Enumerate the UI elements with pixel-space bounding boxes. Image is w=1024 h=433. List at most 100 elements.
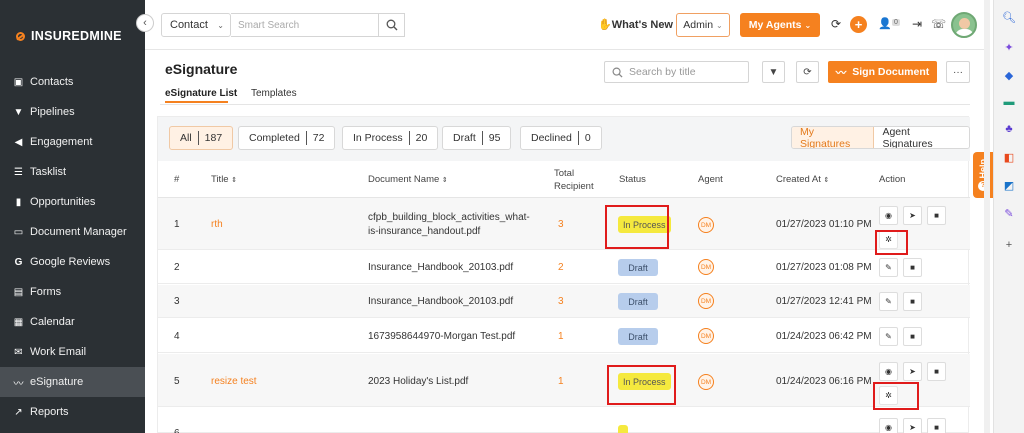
search-icon[interactable]: 🔍︎ [1002,10,1016,24]
page-scrollbar[interactable] [984,0,990,433]
agent-signatures-tab[interactable]: Agent Signatures [874,127,969,148]
admin-select[interactable]: Admin ⌄ [676,13,730,37]
contact-type-select[interactable]: Contact ⌄ [161,13,231,37]
refresh-button[interactable]: ⟳ [796,61,819,83]
filter-count: 187 [204,132,223,144]
send-button[interactable]: ➤ [903,206,922,225]
col-header-title[interactable]: Title ⇕ [211,174,237,185]
delete-button[interactable]: ■ [927,418,946,433]
sidebar-item-forms[interactable]: ▤ Forms [0,277,145,307]
agent-avatar: DM [698,328,714,344]
plus-icon[interactable]: + [1002,238,1016,252]
send-button[interactable]: ➤ [903,362,922,381]
send-button[interactable]: ➤ [903,418,922,433]
active-tab-indicator [165,101,228,103]
add-button[interactable]: + [850,16,867,33]
sidebar-item-document-manager[interactable]: ▭ Document Manager [0,217,145,247]
row-recipient-count[interactable]: 3 [558,296,564,307]
filter-completed[interactable]: Completed 72 [238,126,336,150]
delete-button[interactable]: ■ [903,327,922,346]
avatar[interactable] [951,12,977,38]
sidebar-item-opportunities[interactable]: ▮ Opportunities [0,187,145,217]
sparkle-icon[interactable]: ✦ [1002,40,1016,54]
filter-draft[interactable]: Draft 95 [442,126,512,150]
title-search-placeholder: Search by title [629,66,696,78]
view-button[interactable]: ◉ [879,206,898,225]
trash-icon: ■ [910,332,915,341]
office-icon[interactable]: ◧ [1002,150,1016,164]
view-button[interactable]: ◉ [879,418,898,433]
filter-label: Completed [249,132,300,144]
pencil-icon: ✎ [885,332,892,341]
smart-search-input[interactable]: Smart Search [231,13,379,37]
sidebar-item-label: Document Manager [30,226,127,238]
row-created-at: 01/27/2023 12:41 PM [776,296,872,307]
row-recipient-count[interactable]: 3 [558,219,564,230]
sidebar-item-calendar[interactable]: ▦ Calendar [0,307,145,337]
filter-count: 0 [584,132,591,144]
row-title-link[interactable]: resize test [211,376,257,387]
edit-button[interactable]: ✎ [879,258,898,277]
sidebar-item-reports[interactable]: ↗ Reports [0,397,145,427]
sidebar-item-engagement[interactable]: ◀ Engagement [0,127,145,157]
delete-button[interactable]: ■ [903,258,922,277]
row-document-name: 1673958644970-Morgan Test.pdf [368,331,516,342]
chevron-down-icon: ⌄ [716,20,723,30]
whats-new-link[interactable]: ✋What's New [598,18,673,31]
row-recipient-count[interactable]: 2 [558,262,564,273]
edit-button[interactable]: ✎ [879,327,898,346]
filter-in-process[interactable]: In Process 20 [342,126,439,150]
sidebar-item-tasklist[interactable]: ☰ Tasklist [0,157,145,187]
sidebar-item-work-email[interactable]: ✉ Work Email [0,337,145,367]
filter-declined[interactable]: Declined 0 [520,126,602,150]
sidebar-item-contacts[interactable]: ▣ Contacts [0,67,145,97]
tab-esignature-list[interactable]: eSignature List [165,88,237,99]
logout-icon[interactable]: ⇥ [912,17,922,31]
my-agents-button[interactable]: My Agents ⌄ [740,13,820,37]
sidebar-item-pipelines[interactable]: ▼ Pipelines [0,97,145,127]
title-search-input[interactable]: Search by title [604,61,749,83]
col-header-action: Action [879,174,906,185]
my-signatures-tab[interactable]: My Signatures [792,127,875,148]
more-options-button[interactable]: ··· [946,61,970,83]
people-icon[interactable]: ♣ [1002,122,1016,136]
delete-button[interactable]: ■ [927,362,946,381]
delete-button[interactable]: ■ [903,292,922,311]
edit-icon[interactable]: ✎ [1002,206,1016,220]
row-recipient-count[interactable]: 1 [558,331,564,342]
folder-icon: ▭ [13,226,24,238]
tab-templates[interactable]: Templates [251,88,297,99]
view-button[interactable]: ◉ [879,362,898,381]
filter-all[interactable]: All 187 [169,126,234,150]
row-recipient-count[interactable]: 1 [558,376,564,387]
edit-button[interactable]: ✎ [879,292,898,311]
sidebar-item-esignature[interactable]: 〰 eSignature [0,367,145,397]
highlight-box [873,382,919,410]
filter-button[interactable]: ▼ [762,61,785,83]
sidebar-item-google-reviews[interactable]: G Google Reviews [0,247,145,277]
filter-label: Draft [453,132,476,144]
sign-document-button[interactable]: 〰 Sign Document [828,61,937,83]
refresh-icon[interactable]: ⟳ [831,17,841,31]
agent-avatar: DM [698,217,714,233]
highlight-box [607,365,676,405]
sidebar-collapse-button[interactable]: ‹ [136,14,154,32]
signature-scope-toggle: My Signatures Agent Signatures [791,126,970,149]
briefcase-icon[interactable]: ▬ [1002,95,1016,109]
search-button[interactable] [379,13,405,37]
row-title-link[interactable]: rth [211,219,223,230]
user-icon[interactable]: 👤 [878,17,892,30]
col-header-document-name[interactable]: Document Name ⇕ [368,174,448,185]
help-tab[interactable]: Help ? [973,152,993,198]
brand-logo[interactable]: INSUREDMINE [16,29,122,43]
table-row: 1 rth cfpb_building_block_activities_wha… [158,198,970,250]
delete-button[interactable]: ■ [927,206,946,225]
topbar: Contact ⌄ Smart Search ✋What's New Admin… [145,0,984,50]
outlook-icon[interactable]: ◩ [1002,178,1016,192]
col-header-status: Status [619,174,646,185]
user-count-badge: 0 [892,19,900,26]
col-header-created-at[interactable]: Created At ⇕ [776,174,829,185]
col-header-label: Total [554,168,575,179]
tag-icon[interactable]: ◆ [1002,68,1016,82]
phone-icon[interactable]: ☏ [931,17,946,31]
